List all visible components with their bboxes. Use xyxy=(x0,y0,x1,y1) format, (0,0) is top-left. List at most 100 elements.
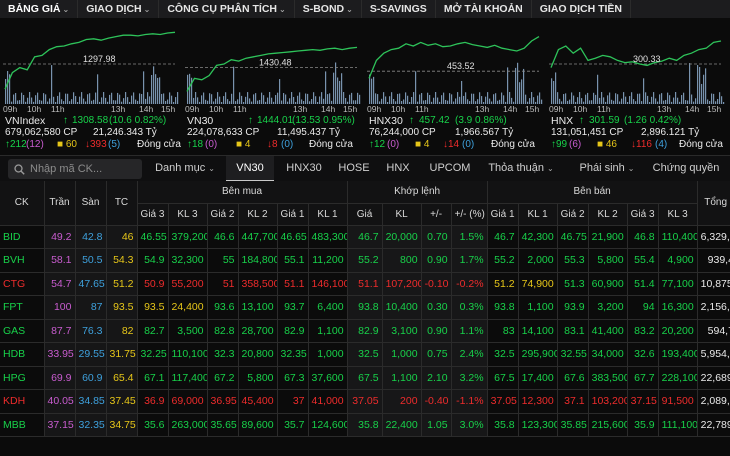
tab-thoa-thuan[interactable]: Thỏa thuận ⌄ xyxy=(484,156,558,182)
reference-value-label: 1430.48 xyxy=(259,58,292,68)
volume-bar xyxy=(613,100,615,104)
index-dec: ↓14 xyxy=(443,139,460,150)
table-row[interactable]: FPT 100 87 93.5 93.5 24,400 93.6 13,100 93.7 6,40… xyxy=(0,295,730,320)
volume-bar xyxy=(151,74,153,104)
col-sub-header[interactable]: KL 3 xyxy=(658,203,698,226)
volume-bar xyxy=(89,93,91,104)
col-sub-header[interactable]: Giá 1 xyxy=(487,203,519,226)
volume-bar xyxy=(203,92,205,104)
bid-price: 82.9 xyxy=(277,319,309,343)
index-card-hnx[interactable]: 300.33 09h 10h 11h 13h 14h 15h HNX ↑ 301.59 (1… xyxy=(549,22,725,150)
reference-price: 31.75 xyxy=(106,342,138,367)
ask-price: 35.9 xyxy=(627,413,659,437)
volume-bar xyxy=(107,101,109,104)
col-sub-header[interactable]: Giá 2 xyxy=(207,203,239,226)
tab-phai-sinh[interactable]: Phái sinh ⌄ xyxy=(575,156,639,182)
volume-bar xyxy=(99,101,101,104)
ask-volume: 77,100 xyxy=(658,272,698,296)
volume-bar xyxy=(287,101,289,104)
table-row[interactable]: CTG 54.7 47.65 51.2 50.9 55,200 51 358,500 51.1 1… xyxy=(0,272,730,296)
time-tick-label: 09h xyxy=(549,104,563,114)
col-sub-header[interactable]: KL 2 xyxy=(588,203,628,226)
volume-bar xyxy=(201,95,203,104)
bid-price: 46.65 xyxy=(277,225,309,249)
reference-value-label: 1297.98 xyxy=(83,54,116,64)
reference-price: 34.75 xyxy=(106,413,138,437)
index-card-vn30[interactable]: 1430.48 09h 10h 11h 13h 14h 15h VN30 ↑ 1444.01… xyxy=(185,22,361,150)
bid-price: 32.25 xyxy=(137,342,169,367)
volume-bar xyxy=(369,74,371,104)
col-sub-header[interactable]: Giá xyxy=(347,203,383,226)
col-sub-header[interactable]: Giá 3 xyxy=(137,203,169,226)
col-sub-header[interactable]: KL 1 xyxy=(308,203,348,226)
table-row[interactable]: GAS 87.7 76.3 82 82.7 3,500 82.8 28,700 82.9 1,10… xyxy=(0,319,730,343)
table-row[interactable]: BVH 58.1 50.5 54.3 54.9 32,300 55 184,800 55.1 11… xyxy=(0,248,730,273)
volume-bar xyxy=(399,93,401,104)
ask-price: 55.4 xyxy=(627,248,659,273)
col-sub-header[interactable]: KL 2 xyxy=(238,203,278,226)
nav-s-bond[interactable]: S-BOND ⌄ xyxy=(295,0,362,18)
tab-hose[interactable]: HOSE xyxy=(334,156,374,182)
volume-bar xyxy=(159,77,161,104)
stock-search-box[interactable] xyxy=(8,159,142,179)
tab-danh-muc[interactable]: Danh mục ⌄ xyxy=(150,156,220,182)
ceiling-price: 100 xyxy=(44,295,76,320)
reference-price: 51.2 xyxy=(106,272,138,296)
volume-bar xyxy=(317,101,319,104)
volume-bar xyxy=(607,95,609,104)
tab-chung-quyen[interactable]: Chứng quyền xyxy=(650,156,722,182)
ask-price: 55.3 xyxy=(557,248,589,273)
tab-hnx[interactable]: HNX xyxy=(380,156,416,182)
col-sub-header[interactable]: +/- xyxy=(421,203,452,226)
col-sub-header[interactable]: KL xyxy=(382,203,422,226)
board-toolbar: Danh mục⌄ VN30 HNX30 HOSE HNX UPCOM Thỏa… xyxy=(0,155,730,182)
price-change-percent: 0.3% xyxy=(451,295,488,320)
index-card-hnx30[interactable]: 453.52 09h 10h 11h 13h 14h 15h HNX30 ↑ 457.42 … xyxy=(367,22,543,150)
matched-price: 82.9 xyxy=(347,319,383,343)
volume-bar xyxy=(29,92,31,104)
tab-hnx30[interactable]: HNX30 xyxy=(279,156,329,182)
col-san[interactable]: Sàn xyxy=(75,181,107,226)
nav-giao-dich-tien[interactable]: GIAO DỊCH TIỀN xyxy=(532,0,632,18)
col-sub-header[interactable]: +/- (%) xyxy=(451,203,488,226)
col-sub-header[interactable]: KL 1 xyxy=(518,203,558,226)
nav-s-savings[interactable]: S-SAVINGS xyxy=(362,0,436,18)
table-row[interactable]: HPG 69.9 60.9 65.4 67.1 117,400 67.2 5,800 67.3 3… xyxy=(0,366,730,390)
volume-bar xyxy=(553,80,555,104)
tab-upcom[interactable]: UPCOM xyxy=(425,156,475,182)
ask-volume: 20,200 xyxy=(658,319,698,343)
index-card-vnindex[interactable]: 1297.98 09h 10h 11h 13h 14h 15h VNIndex ↑ 1308… xyxy=(3,22,181,150)
col-sub-header[interactable]: Giá 1 xyxy=(277,203,309,226)
volume-bar xyxy=(277,92,279,104)
nav-mo-tai-khoan[interactable]: MỞ TÀI KHOẢN xyxy=(436,0,532,18)
volume-bar xyxy=(569,99,571,104)
ask-price: 83.1 xyxy=(557,319,589,343)
col-tc[interactable]: TC xyxy=(106,181,138,226)
table-row[interactable]: KDH 40.05 34.85 37.45 36.9 69,000 36.95 45,400 3… xyxy=(0,389,730,414)
table-row[interactable]: MBB 37.15 32.35 34.75 35.6 263,000 35.65 89,600… xyxy=(0,413,730,437)
volume-bar xyxy=(133,92,135,104)
matched-price: 32.5 xyxy=(347,342,383,367)
col-sub-header[interactable]: Giá 2 xyxy=(557,203,589,226)
chevron-down-icon: ⌄ xyxy=(62,5,70,14)
table-row[interactable]: BID 49.2 42.8 46 46.55 379,200 46.6 447,700 46.6… xyxy=(0,225,730,249)
table-row[interactable]: HDB 33.95 29.55 31.75 32.25 110,100 32.3 20,800… xyxy=(0,342,730,367)
nav-giao-dich[interactable]: GIAO DỊCH ⌄ xyxy=(78,0,160,18)
volume-bar xyxy=(643,78,645,104)
col-tran[interactable]: Trần xyxy=(44,181,76,226)
index-status: Đóng cửa xyxy=(679,139,723,150)
volume-bar xyxy=(539,92,541,104)
volume-bar xyxy=(677,97,679,104)
volume-bar xyxy=(143,71,145,104)
stock-search-input[interactable] xyxy=(30,163,140,175)
volume-bar xyxy=(701,83,703,104)
volume-bar xyxy=(357,92,359,104)
nav-cong-cu-phan-tich[interactable]: CÔNG CỤ PHÂN TÍCH ⌄ xyxy=(159,0,295,18)
col-sub-header[interactable]: KL 3 xyxy=(168,203,208,226)
ask-price: 55.2 xyxy=(487,248,519,273)
col-tong-kl[interactable]: Tổng KL xyxy=(697,181,730,226)
tab-vn30[interactable]: VN30 xyxy=(226,156,274,182)
nav-bang-gia[interactable]: BẢNG GIÁ ⌄ xyxy=(0,0,79,18)
col-ck[interactable]: CK xyxy=(0,181,45,226)
col-sub-header[interactable]: Giá 3 xyxy=(627,203,659,226)
